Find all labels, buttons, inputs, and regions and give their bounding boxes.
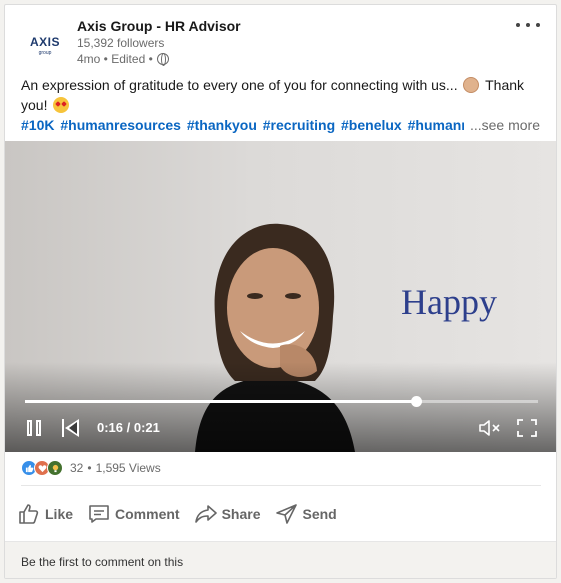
progress-fill xyxy=(25,400,416,403)
social-actions-bar: Like Comment Share Send xyxy=(17,500,351,528)
post-body-text: An expression of gratitude to every one … xyxy=(21,77,458,93)
post-card: AXIS group Axis Group - HR Advisor 15,39… xyxy=(4,4,557,579)
divider xyxy=(21,485,541,486)
company-logo[interactable]: AXIS group xyxy=(21,21,69,69)
hashtag-link[interactable]: #10K xyxy=(21,117,54,133)
pause-icon-bar xyxy=(36,420,41,436)
reaction-count[interactable]: 32 xyxy=(70,461,83,475)
dot-icon xyxy=(516,23,520,27)
comment-label: Comment xyxy=(115,506,180,522)
dot-icon xyxy=(526,23,530,27)
fullscreen-button[interactable] xyxy=(517,419,537,437)
follower-count: 15,392 followers xyxy=(77,36,165,50)
hashtag-link[interactable]: #thankyou xyxy=(187,117,257,133)
logo-wordmark: AXIS xyxy=(29,34,60,49)
video-overlay-text: Happy xyxy=(401,282,497,322)
thumbs-up-icon xyxy=(19,504,39,524)
hashtag-link[interactable]: #humanresources xyxy=(60,117,181,133)
star-struck-emoji-icon xyxy=(53,97,70,113)
post-header: AXIS group Axis Group - HR Advisor 15,39… xyxy=(5,5,556,73)
progress-handle[interactable] xyxy=(410,396,422,407)
video-time: 0:16 / 0:21 xyxy=(97,420,160,435)
pause-button[interactable] xyxy=(25,418,43,438)
send-icon xyxy=(275,504,297,524)
hashtag-link[interactable]: #benelux xyxy=(341,117,402,133)
post-body: An expression of gratitude to every one … xyxy=(21,75,541,115)
skip-back-icon-inner xyxy=(69,422,77,434)
separator-dot: • xyxy=(87,461,92,475)
see-more-link[interactable]: ...see more xyxy=(463,115,540,135)
send-button[interactable]: Send xyxy=(275,502,337,526)
dot-icon xyxy=(536,23,540,27)
insightful-reaction-icon xyxy=(47,460,63,476)
comment-prompt: Be the first to comment on this xyxy=(21,555,184,569)
post-meta: 4mo • Edited • xyxy=(77,52,169,66)
comment-icon xyxy=(89,505,109,523)
fullscreen-icon xyxy=(517,419,537,437)
clapping-hands-emoji-icon xyxy=(463,77,480,93)
company-name[interactable]: Axis Group - HR Advisor xyxy=(77,18,241,34)
muted-speaker-icon xyxy=(479,420,500,436)
reactions-summary: 32 • 1,595 Views xyxy=(21,459,161,477)
controls-overlay xyxy=(5,362,556,452)
video-progress-bar[interactable] xyxy=(25,396,538,407)
globe-icon xyxy=(156,53,169,66)
skip-back-button[interactable] xyxy=(61,419,81,437)
share-icon xyxy=(194,505,217,523)
send-label: Send xyxy=(302,506,337,522)
comment-button[interactable]: Comment xyxy=(87,502,180,526)
skip-back-icon xyxy=(62,419,64,437)
hashtag-link[interactable]: #recruiting xyxy=(263,117,335,133)
pause-icon xyxy=(27,420,32,436)
mute-button[interactable] xyxy=(479,419,503,437)
more-options-button[interactable] xyxy=(516,19,540,31)
share-label: Share xyxy=(221,506,261,522)
like-button[interactable]: Like xyxy=(17,502,73,526)
logo-subtext: group xyxy=(38,49,52,56)
comments-section: Be the first to comment on this xyxy=(5,541,556,578)
share-button[interactable]: Share xyxy=(194,502,261,526)
like-label: Like xyxy=(45,506,74,522)
view-count: 1,595 Views xyxy=(95,461,161,475)
video-player[interactable]: Happy 0:16 / 0:21 xyxy=(5,141,556,452)
post-age: 4mo • Edited • xyxy=(77,52,153,66)
